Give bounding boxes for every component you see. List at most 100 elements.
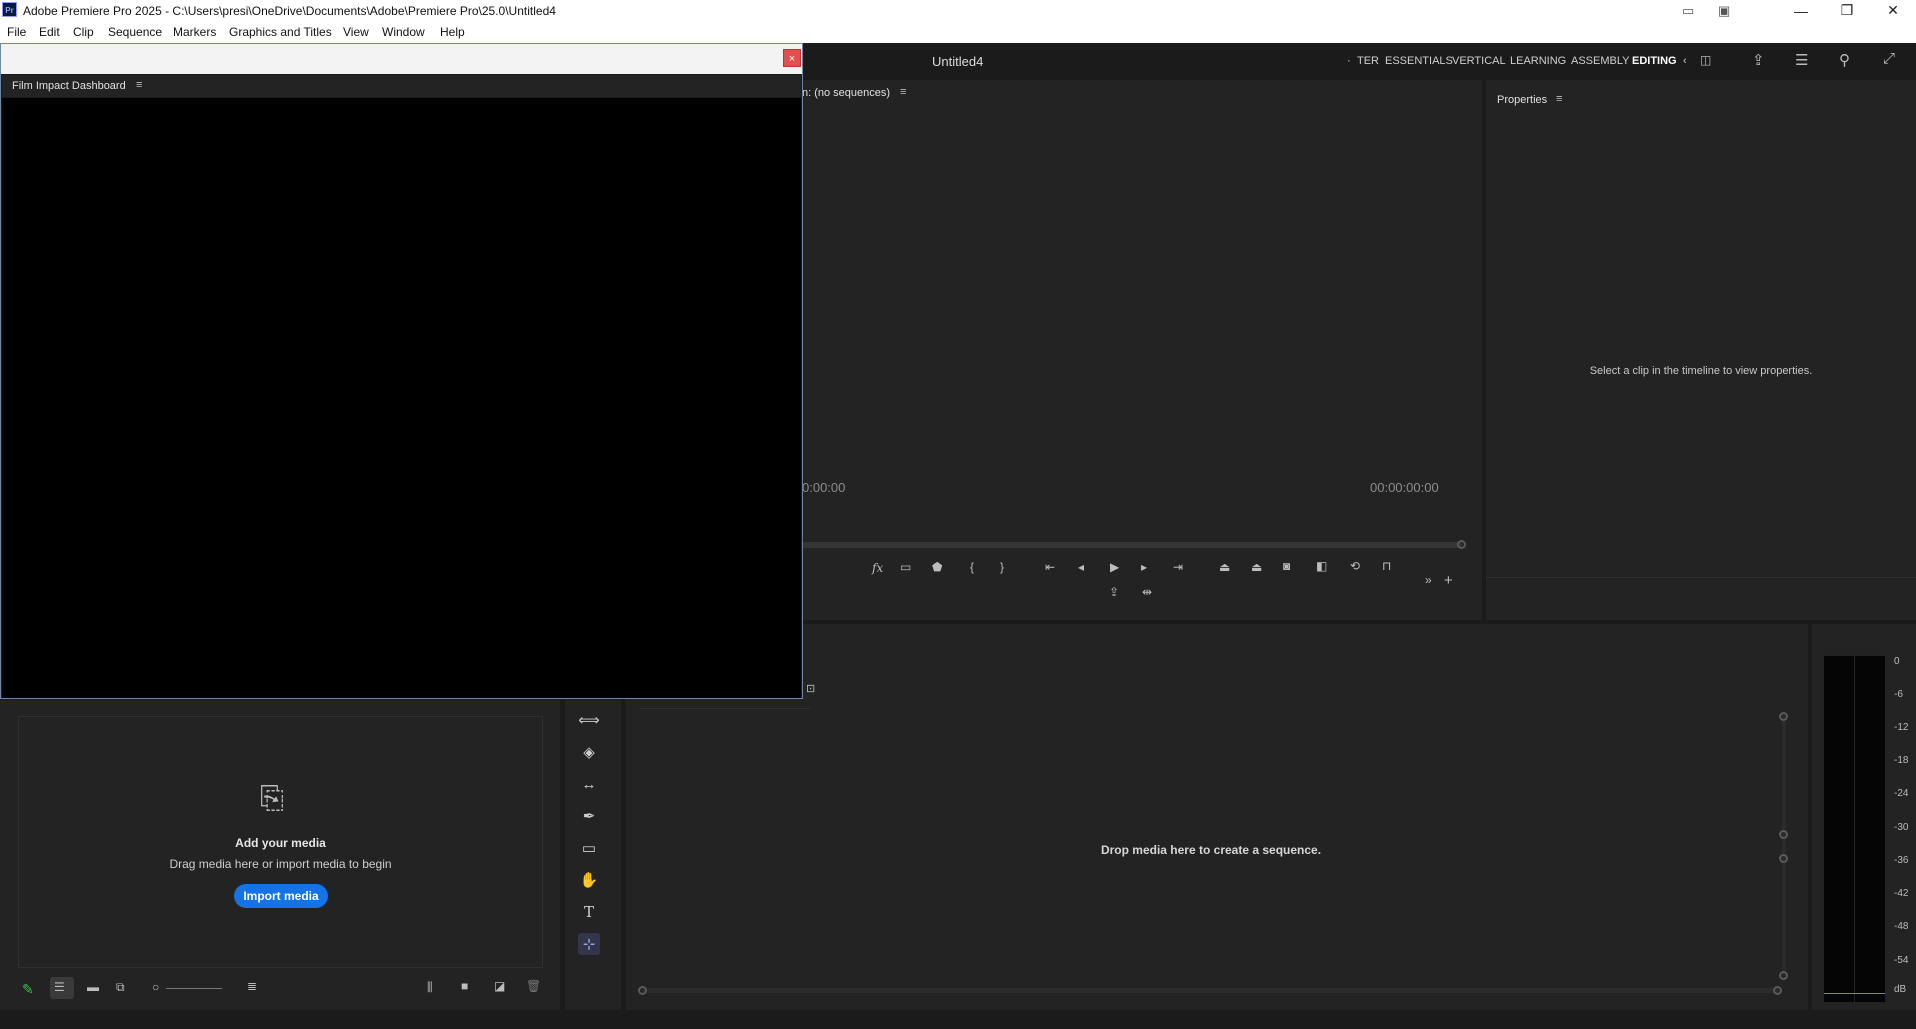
overflow-icon[interactable]: »	[1425, 573, 1432, 587]
type-tool-icon[interactable]: T	[578, 901, 600, 923]
overwrite-icon[interactable]: ⇹	[1142, 585, 1152, 599]
workspace-panel-icon[interactable]: ◫	[1700, 53, 1711, 67]
hscroll-left-handle[interactable]	[638, 986, 647, 995]
vscroll-mid-handle[interactable]	[1779, 830, 1788, 839]
mark-out-icon[interactable]: }	[1000, 560, 1004, 574]
quick-actions-icon[interactable]: ☰	[1795, 51, 1808, 69]
menu-markers[interactable]: Markers	[173, 25, 216, 39]
camera-icon[interactable]: ◙	[1283, 559, 1290, 573]
panel-layout-icon[interactable]: ▭	[1682, 3, 1694, 19]
toggle-panel-icon[interactable]: ▣	[1718, 3, 1730, 19]
import-media-button[interactable]: Import media	[234, 884, 328, 908]
captions-icon[interactable]: ⊡	[806, 682, 815, 695]
close-button[interactable]: ✕	[1870, 0, 1916, 21]
maximize-button[interactable]: ❐	[1824, 0, 1870, 21]
fx-icon[interactable]: fx	[872, 561, 883, 575]
play-icon[interactable]: ▶	[1110, 560, 1119, 574]
menu-sequence[interactable]: Sequence	[108, 25, 162, 39]
hscroll-right-handle[interactable]	[1773, 986, 1782, 995]
workspace-tab-ter[interactable]: TER	[1357, 55, 1379, 67]
menu-clip[interactable]: Clip	[73, 25, 94, 39]
properties-tab[interactable]: Properties	[1497, 94, 1547, 106]
multi-camera-icon[interactable]: ⊓	[1382, 559, 1391, 573]
zoom-slider-handle[interactable]: ○	[152, 980, 159, 994]
insert-icon[interactable]: ⇪	[1109, 585, 1119, 599]
vscroll-top-handle[interactable]	[1779, 712, 1788, 721]
slip-tool-icon[interactable]: ↔	[578, 773, 600, 795]
minimize-button[interactable]: —	[1778, 0, 1824, 21]
timeline-horizontal-scrollbar[interactable]	[642, 988, 1779, 993]
vscroll-mid2-handle[interactable]	[1779, 854, 1788, 863]
zoom-slider[interactable]	[166, 988, 222, 989]
pen-tool-icon[interactable]: ✒	[578, 805, 600, 827]
meter-scale-12: -12	[1894, 722, 1909, 733]
workspace-tab-learning[interactable]: LEARNING	[1510, 55, 1566, 67]
hamburger-icon[interactable]: ≡	[1556, 93, 1562, 105]
premiere-logo-icon: Pr	[2, 2, 17, 17]
step-forward-icon[interactable]: ▸	[1141, 560, 1147, 574]
menu-window[interactable]: Window	[382, 25, 425, 39]
extract-icon[interactable]: ⏏	[1251, 560, 1262, 574]
add-icon[interactable]: +	[1444, 572, 1453, 589]
text-edit-tool-icon[interactable]: ⊹	[578, 933, 600, 955]
menu-file[interactable]: File	[7, 25, 26, 39]
program-monitor-tab[interactable]: n: (no sequences)	[802, 87, 890, 99]
icon-view-icon[interactable]: ▬	[87, 980, 99, 994]
meter-scale-18: -18	[1894, 755, 1909, 766]
playhead-scrubber[interactable]	[802, 542, 1462, 548]
write-toggle-icon[interactable]: ✎	[22, 981, 34, 998]
properties-empty-message: Select a clip in the timeline to view pr…	[1589, 365, 1813, 377]
meter-scale-30: -30	[1894, 822, 1909, 833]
film-impact-tab[interactable]: Film Impact Dashboard	[12, 80, 126, 92]
timecode-current[interactable]: 0:00:00	[802, 480, 845, 495]
scrubber-handle[interactable]	[1457, 540, 1466, 549]
new-bin-icon[interactable]: ■	[461, 979, 468, 993]
floating-window-titlebar[interactable]	[1, 44, 802, 74]
fullscreen-icon[interactable]: ⤢	[1883, 50, 1895, 67]
hand-tool-icon[interactable]: ✋	[578, 869, 600, 891]
restore-icon: ❐	[1840, 2, 1854, 18]
audio-meter-baseline	[1824, 993, 1885, 994]
workspace-tab-vertical[interactable]: VERTICAL	[1452, 55, 1506, 67]
sort-icon[interactable]: ≣	[247, 979, 257, 993]
share-icon[interactable]: ⇪	[1752, 51, 1765, 69]
automate-to-sequence-icon[interactable]: ⫼	[427, 980, 433, 995]
hamburger-icon[interactable]: ≡	[900, 86, 906, 98]
new-item-icon[interactable]: ◪	[494, 979, 505, 993]
menu-edit[interactable]: Edit	[39, 25, 60, 39]
meter-scale-42: -42	[1894, 888, 1909, 899]
go-to-out-icon[interactable]: ⇥	[1173, 560, 1183, 574]
meter-scale-36: -36	[1894, 855, 1909, 866]
status-bar	[0, 1012, 1916, 1029]
freeform-view-icon[interactable]: ⧉	[116, 980, 125, 995]
comparison-view-icon[interactable]: ◧	[1316, 559, 1327, 573]
ripple-edit-tool-icon[interactable]: ⟺	[578, 709, 600, 731]
rectangle-tool-icon[interactable]: ▭	[578, 837, 600, 859]
timeline-vertical-scrollbar[interactable]	[1782, 712, 1786, 976]
workspace-tab-assembly[interactable]: ASSEMBLY	[1571, 55, 1630, 67]
search-icon[interactable]: ⚲	[1839, 51, 1850, 69]
workspace-overflow-right[interactable]: ‹	[1683, 55, 1687, 67]
marker-icon[interactable]: ⬟	[932, 560, 942, 574]
step-back-icon[interactable]: ◂	[1078, 560, 1084, 574]
menu-view[interactable]: View	[343, 25, 369, 39]
proxy-toggle-icon[interactable]: ⟲	[1350, 559, 1360, 573]
delete-icon[interactable]: 🗑	[526, 979, 541, 993]
vscroll-bottom-handle[interactable]	[1779, 971, 1788, 980]
properties-panel	[1486, 80, 1916, 620]
hamburger-icon[interactable]: ≡	[136, 79, 142, 91]
safe-margins-icon[interactable]: ▭	[900, 560, 911, 574]
workspace-tab-essentials[interactable]: ESSENTIALS	[1385, 55, 1453, 67]
workspace-overflow-left[interactable]: ·	[1347, 55, 1351, 67]
go-to-in-icon[interactable]: ⇤	[1045, 560, 1055, 574]
menu-help[interactable]: Help	[440, 25, 465, 39]
razor-tool-icon[interactable]: ◈	[578, 741, 600, 763]
film-impact-dashboard-content[interactable]	[2, 98, 801, 698]
floating-window-close-button[interactable]: ×	[783, 49, 801, 67]
list-view-icon: ☰	[54, 980, 65, 994]
mark-in-icon[interactable]: {	[970, 560, 974, 574]
timecode-duration: 00:00:00:00	[1370, 480, 1439, 495]
lift-icon[interactable]: ⏏	[1219, 560, 1230, 574]
workspace-tab-editing[interactable]: EDITING	[1632, 55, 1677, 67]
menu-graphics-and-titles[interactable]: Graphics and Titles	[229, 25, 332, 39]
